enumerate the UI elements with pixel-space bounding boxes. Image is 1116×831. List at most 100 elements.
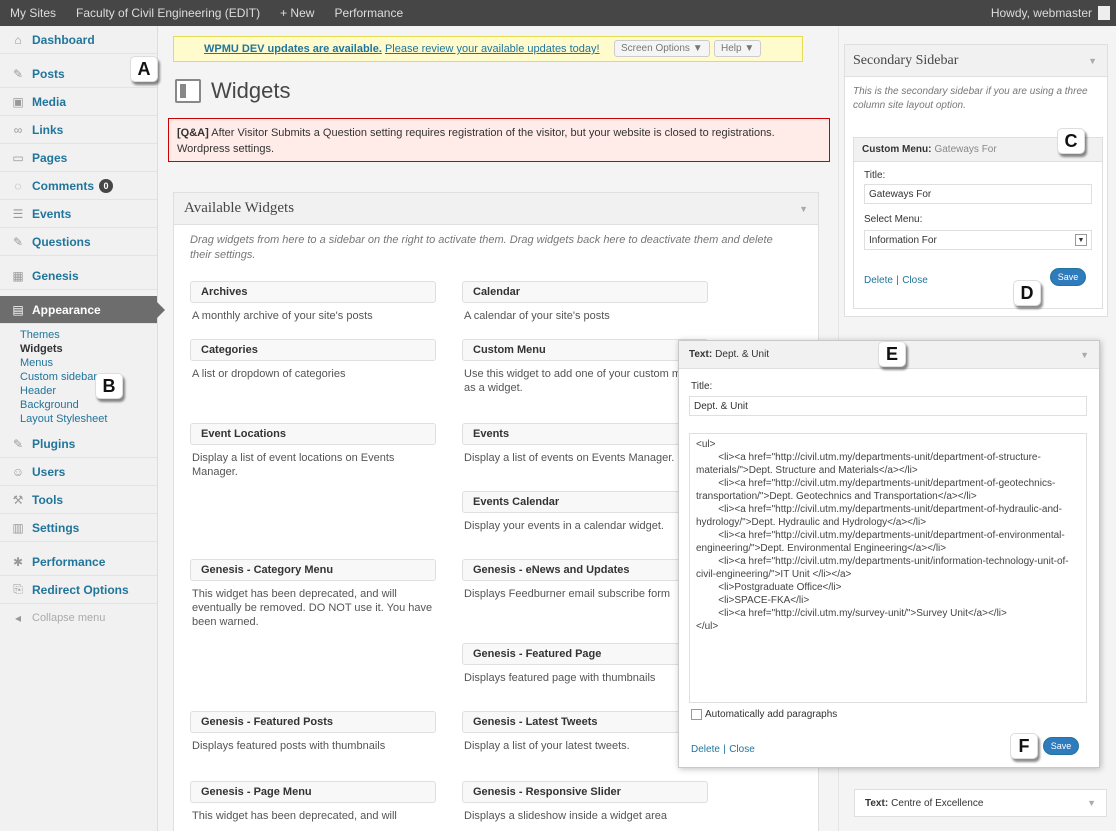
redirect-icon: ⎘ (13, 582, 23, 596)
available-widgets-description: Drag widgets from here to a sidebar on t… (190, 234, 773, 261)
text-widget-dept-unit: Text: Dept. & Unit ▼ Title: Dept. & Unit … (678, 340, 1100, 768)
submenu-layout-stylesheet[interactable]: Layout Stylesheet (20, 412, 157, 426)
toggle-arrow-icon[interactable]: ▼ (1080, 350, 1089, 360)
widget-events[interactable]: Events Display a list of events on Events… (462, 423, 708, 465)
auto-paragraphs-checkbox[interactable] (691, 709, 702, 720)
page-title: Widgets (211, 78, 291, 103)
appearance-icon: ▤ (12, 302, 24, 317)
menu-comments[interactable]: ◌ Comments 0 (0, 172, 157, 200)
secondary-sidebar: Secondary Sidebar ▼ This is the secondar… (844, 44, 1108, 317)
comments-count-badge: 0 (99, 178, 114, 193)
toggle-arrow-icon[interactable]: ▼ (1087, 798, 1096, 808)
menu-questions[interactable]: ✎ Questions (0, 228, 157, 256)
select-menu-label: Select Menu: (864, 214, 923, 225)
select-menu-dropdown[interactable]: Information For ▼ (864, 230, 1092, 250)
callout-f: F (1010, 733, 1038, 759)
custom-menu-actions: Delete | Close (864, 275, 928, 286)
toggle-arrow-icon[interactable]: ▼ (799, 204, 808, 214)
menu-redirect-options[interactable]: ⎘ Redirect Options (0, 576, 157, 604)
available-widgets-header[interactable]: Available Widgets ▼ (174, 193, 818, 225)
collapse-icon: ◂ (14, 611, 22, 625)
menu-pages[interactable]: ▭ Pages (0, 144, 157, 172)
menu-settings[interactable]: ▥ Settings (0, 514, 157, 542)
submenu-themes[interactable]: Themes (20, 328, 157, 342)
new-link[interactable]: + New (270, 6, 324, 20)
widget-genesis-category-menu[interactable]: Genesis - Category Menu This widget has b… (190, 559, 436, 629)
admin-bar: My Sites Faculty of Civil Engineering (E… (0, 0, 1116, 26)
widget-event-locations[interactable]: Event Locations Display a list of event l… (190, 423, 436, 479)
questions-icon: ✎ (12, 234, 24, 249)
menu-dashboard[interactable]: ⌂ Dashboard (0, 26, 157, 54)
help-button[interactable]: Help ▼ (714, 40, 762, 57)
submenu-widgets[interactable]: Widgets (20, 342, 157, 356)
performance-link[interactable]: Performance (324, 6, 413, 20)
menu-performance[interactable]: ✱ Performance (0, 548, 157, 576)
plugins-icon: ✎ (12, 436, 24, 451)
custom-menu-title-input[interactable]: Gateways For (864, 184, 1092, 204)
menu-users[interactable]: ☺ Users (0, 458, 157, 486)
performance-icon: ✱ (12, 554, 24, 569)
secondary-sidebar-header[interactable]: Secondary Sidebar ▼ (845, 45, 1107, 77)
media-icon: ▣ (12, 94, 24, 109)
dashboard-icon: ⌂ (14, 32, 22, 47)
links-icon: ∞ (13, 122, 23, 137)
delete-link[interactable]: Delete (691, 744, 720, 755)
updates-available-link[interactable]: WPMU DEV updates are available. (204, 43, 382, 55)
pages-icon: ▭ (12, 150, 24, 165)
text-widget-save-button[interactable]: Save (1043, 737, 1079, 755)
menu-media[interactable]: ▣ Media (0, 88, 157, 116)
widget-genesis-page-menu[interactable]: Genesis - Page Menu This widget has been … (190, 781, 436, 823)
avatar[interactable] (1098, 6, 1110, 20)
title-label: Title: (691, 381, 713, 392)
widget-genesis-featured-posts[interactable]: Genesis - Featured Posts Displays feature… (190, 711, 436, 753)
text-widget-title-input[interactable]: Dept. & Unit (689, 396, 1087, 416)
settings-icon: ▥ (12, 520, 24, 535)
widget-custom-menu[interactable]: Custom Menu Use this widget to add one of… (462, 339, 708, 395)
widget-categories[interactable]: Categories A list or dropdown of categori… (190, 339, 436, 381)
callout-e: E (878, 341, 906, 367)
submenu-menus[interactable]: Menus (20, 356, 157, 370)
review-updates-link[interactable]: Please review your available updates tod… (385, 43, 600, 55)
admin-menu: ⌂ Dashboard ✎ Posts ▣ Media ∞ Links ▭ Pages ◌… (0, 26, 165, 831)
text-widget-centre-of-excellence[interactable]: Text: Centre of Excellence ▼ (854, 789, 1107, 817)
text-widget-content-textarea[interactable]: <ul> <li><a href="http://civil.utm.my/de… (689, 433, 1087, 703)
posts-icon: ✎ (12, 66, 24, 81)
tools-icon: ⚒ (12, 492, 24, 507)
close-link[interactable]: Close (729, 744, 755, 755)
site-name-link[interactable]: Faculty of Civil Engineering (EDIT) (66, 6, 270, 20)
widget-genesis-enews[interactable]: Genesis - eNews and Updates Displays Feed… (462, 559, 708, 601)
page-heading: Widgets (175, 78, 290, 104)
update-notice: WPMU DEV updates are available. Please r… (173, 36, 803, 62)
widget-genesis-responsive-slider[interactable]: Genesis - Responsive Slider Displays a sl… (462, 781, 708, 823)
howdy-link[interactable]: Howdy, webmaster (991, 6, 1092, 20)
screen-options-button[interactable]: Screen Options ▼ (614, 40, 710, 57)
menu-events[interactable]: ☰ Events (0, 200, 157, 228)
widget-archives[interactable]: Archives A monthly archive of your site's… (190, 281, 436, 323)
widget-genesis-featured-page[interactable]: Genesis - Featured Page Displays featured… (462, 643, 708, 685)
submenu-header[interactable]: Header (20, 384, 157, 398)
menu-appearance[interactable]: ▤ Appearance (0, 296, 165, 324)
callout-c: C (1057, 128, 1085, 154)
callout-a: A (130, 56, 158, 82)
menu-genesis[interactable]: ▦ Genesis (0, 262, 157, 290)
close-link[interactable]: Close (902, 275, 928, 286)
menu-tools[interactable]: ⚒ Tools (0, 486, 157, 514)
delete-link[interactable]: Delete (864, 275, 893, 286)
widget-calendar[interactable]: Calendar A calendar of your site's posts (462, 281, 708, 323)
menu-links[interactable]: ∞ Links (0, 116, 157, 144)
menu-plugins[interactable]: ✎ Plugins (0, 430, 157, 458)
my-sites-link[interactable]: My Sites (0, 6, 66, 20)
submenu-background[interactable]: Background (20, 398, 157, 412)
submenu-custom-sidebars[interactable]: Custom sidebars (20, 370, 157, 384)
comments-icon: ◌ (14, 178, 22, 193)
title-label: Title: (864, 170, 886, 181)
custom-menu-widget: Custom Menu: Gateways For Title: Gateways… (853, 137, 1103, 309)
users-icon: ☺ (11, 464, 25, 479)
custom-menu-save-button[interactable]: Save (1050, 268, 1086, 286)
genesis-icon: ▦ (12, 268, 24, 283)
collapse-menu[interactable]: ◂ Collapse menu (0, 604, 157, 632)
callout-d: D (1013, 280, 1041, 306)
toggle-arrow-icon[interactable]: ▼ (1088, 56, 1097, 66)
widget-genesis-latest-tweets[interactable]: Genesis - Latest Tweets Display a list of… (462, 711, 708, 753)
widget-events-calendar[interactable]: Events Calendar Display your events in a … (462, 491, 708, 533)
